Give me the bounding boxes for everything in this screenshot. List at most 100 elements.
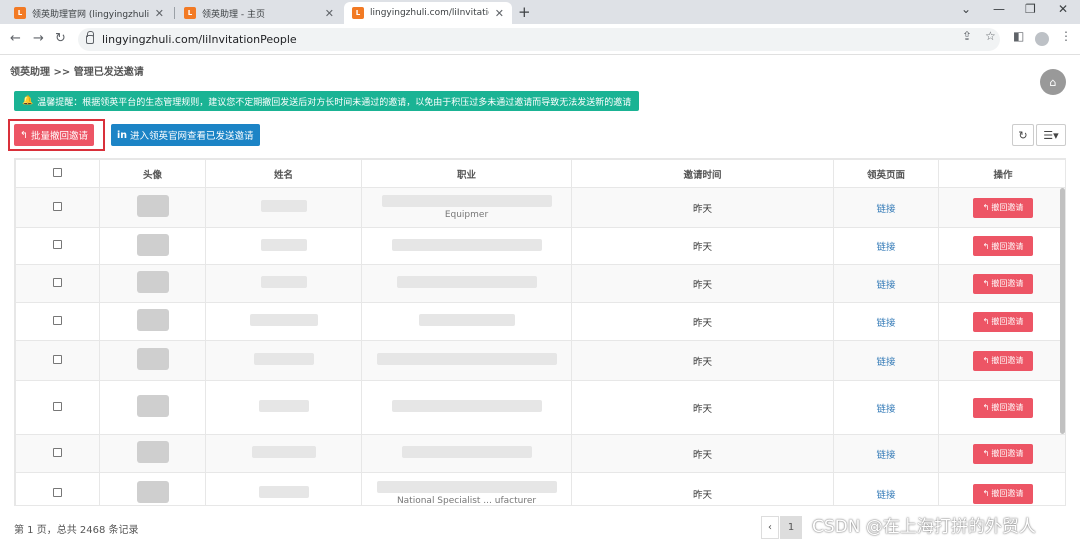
col-avatar[interactable]: 头像 (99, 159, 206, 188)
tab-home[interactable]: L 领英助理 - 主页 ✕ (176, 2, 342, 24)
row-checkbox-cell[interactable] (15, 264, 100, 303)
watermark: CSDN @在上海打拼的外贸人 (812, 517, 1036, 537)
linkedin-icon: in (117, 129, 128, 141)
refresh-button[interactable]: ↻ (1012, 124, 1034, 146)
forward-arrow-icon[interactable]: → (33, 31, 44, 46)
revoke-invitation-button[interactable]: ↰ 撤回邀请 (973, 483, 1033, 504)
occupation-blurred (401, 446, 532, 458)
row-checkbox[interactable] (53, 354, 62, 364)
row-checkbox[interactable] (53, 401, 62, 411)
name-cell (205, 340, 362, 381)
action-cell: ↰ 撤回邀请 (938, 434, 1065, 473)
col-name[interactable]: 姓名 (205, 159, 362, 188)
ly-favicon-icon: L (352, 7, 364, 19)
columns-toggle-button[interactable]: ☰▾ (1036, 124, 1066, 146)
name-blurred (260, 276, 307, 288)
table-row: 昨天 链接 ↰ 撤回邀请 (15, 264, 1065, 303)
select-all-checkbox[interactable] (53, 167, 62, 177)
row-checkbox-cell[interactable] (15, 227, 100, 265)
revoke-label: 撤回邀请 (991, 279, 1024, 288)
batch-revoke-button[interactable]: ↰ 批量撤回邀请 (14, 124, 94, 146)
view-official-invitations-button[interactable]: in 进入领英官网查看已发送邀请 (111, 124, 260, 146)
row-checkbox[interactable] (53, 277, 62, 287)
table-row: 昨天 链接 ↰ 撤回邀请 (15, 380, 1065, 435)
col-actions[interactable]: 操作 (938, 159, 1065, 188)
refresh-icon: ↻ (1018, 128, 1028, 142)
occupation-cell (361, 434, 572, 473)
table-scrollbar[interactable] (1060, 188, 1065, 434)
new-tab-icon[interactable]: + (518, 3, 531, 21)
row-checkbox-cell[interactable] (15, 302, 100, 341)
invite-time-cell: 昨天 (571, 434, 834, 473)
tab-official-site[interactable]: L 领英助理官网 (lingyingzhuli.co ✕ (6, 2, 172, 24)
row-checkbox[interactable] (53, 201, 62, 211)
notice-text: 温馨提醒：根据领英平台的生态管理规则，建议您不定期撤回发送后对方长时间未通过的邀… (37, 97, 632, 108)
linkedin-link[interactable]: 链接 (876, 357, 895, 368)
pager-prev[interactable]: ‹ (761, 516, 779, 539)
col-linkedin-page[interactable]: 领英页面 (833, 159, 939, 188)
share-icon[interactable]: ⇪ (962, 29, 972, 43)
col-invite-time[interactable]: 邀请时间 (571, 159, 834, 188)
linkedin-link[interactable]: 链接 (876, 490, 895, 501)
linkedin-link[interactable]: 链接 (876, 204, 895, 215)
close-icon[interactable]: ✕ (155, 7, 164, 20)
revoke-invitation-button[interactable]: ↰ 撤回邀请 (973, 236, 1033, 256)
window-close-icon[interactable]: ✕ (1058, 2, 1068, 16)
tab-invitation-people[interactable]: L lingyingzhuli.com/liInvitationP ✕ (344, 2, 512, 24)
invitation-table: 头像 姓名 职业 邀请时间 领英页面 操作 Equipmer 昨天 链接 ↰ 撤回邀请昨… (14, 158, 1066, 506)
reply-arrow-icon: ↰ (982, 449, 990, 458)
row-checkbox-cell[interactable] (15, 187, 100, 228)
row-checkbox[interactable] (53, 240, 62, 249)
occupation-blurred (396, 276, 537, 288)
row-checkbox[interactable] (53, 315, 62, 325)
profile-avatar[interactable] (1035, 32, 1049, 49)
close-icon[interactable]: ✕ (495, 7, 504, 20)
avatar (136, 195, 169, 217)
page-info: 第 1 页，总共 2468 条记录 (14, 525, 139, 536)
close-icon[interactable]: ✕ (325, 7, 334, 20)
linkedin-link-cell: 链接 (833, 187, 939, 228)
select-all-checkbox-cell[interactable] (15, 159, 100, 188)
batch-revoke-label: 批量撤回邀请 (30, 131, 88, 142)
linkedin-link[interactable]: 链接 (876, 280, 895, 291)
name-blurred (249, 314, 318, 326)
linkedin-link[interactable]: 链接 (876, 404, 895, 415)
linkedin-link[interactable]: 链接 (876, 242, 895, 253)
side-panel-icon[interactable]: ◧ (1013, 29, 1024, 43)
row-checkbox[interactable] (53, 487, 62, 497)
tab-label: 领英助理 - 主页 (202, 9, 265, 20)
linkedin-link[interactable]: 链接 (876, 450, 895, 461)
reply-arrow-icon: ↰ (982, 356, 990, 365)
bookmark-star-icon[interactable]: ☆ (985, 29, 996, 43)
revoke-invitation-button[interactable]: ↰ 撤回邀请 (973, 350, 1033, 371)
pager-page-1[interactable]: 1 (780, 516, 802, 539)
col-occupation[interactable]: 职业 (361, 159, 572, 188)
url-omnibox[interactable]: lingyingzhuli.com/liInvitationPeople (78, 28, 1000, 51)
menu-kebab-icon[interactable]: ⋮ (1060, 29, 1072, 43)
minimize-icon[interactable]: — (993, 2, 1005, 16)
view-official-label: 进入领英官网查看已发送邀请 (130, 131, 254, 142)
revoke-invitation-button[interactable]: ↰ 撤回邀请 (973, 273, 1033, 294)
linkedin-link[interactable]: 链接 (876, 318, 895, 329)
row-checkbox[interactable] (53, 447, 62, 457)
tab-search-chevron-icon[interactable]: ⌄ (961, 2, 971, 16)
invite-time-cell: 昨天 (571, 227, 834, 265)
row-checkbox-cell[interactable] (15, 380, 100, 435)
table-row: 昨天 链接 ↰ 撤回邀请 (15, 227, 1065, 265)
back-arrow-icon[interactable]: ← (10, 31, 21, 46)
name-cell (205, 187, 362, 228)
avatar-cell (99, 380, 206, 435)
table-header-row: 头像 姓名 职业 邀请时间 领英页面 操作 (15, 159, 1065, 188)
name-cell (205, 264, 362, 303)
avatar-cell (99, 302, 206, 341)
revoke-invitation-button[interactable]: ↰ 撤回邀请 (973, 397, 1033, 418)
restore-icon[interactable]: ❐ (1025, 2, 1036, 16)
row-checkbox-cell[interactable] (15, 434, 100, 473)
reload-icon[interactable]: ↻ (55, 31, 66, 46)
revoke-invitation-button[interactable]: ↰ 撤回邀请 (973, 197, 1033, 218)
revoke-invitation-button[interactable]: ↰ 撤回邀请 (973, 443, 1033, 464)
home-icon[interactable]: ⌂ (1040, 69, 1066, 95)
revoke-invitation-button[interactable]: ↰ 撤回邀请 (973, 311, 1033, 332)
row-checkbox-cell[interactable] (15, 472, 100, 505)
row-checkbox-cell[interactable] (15, 340, 100, 381)
